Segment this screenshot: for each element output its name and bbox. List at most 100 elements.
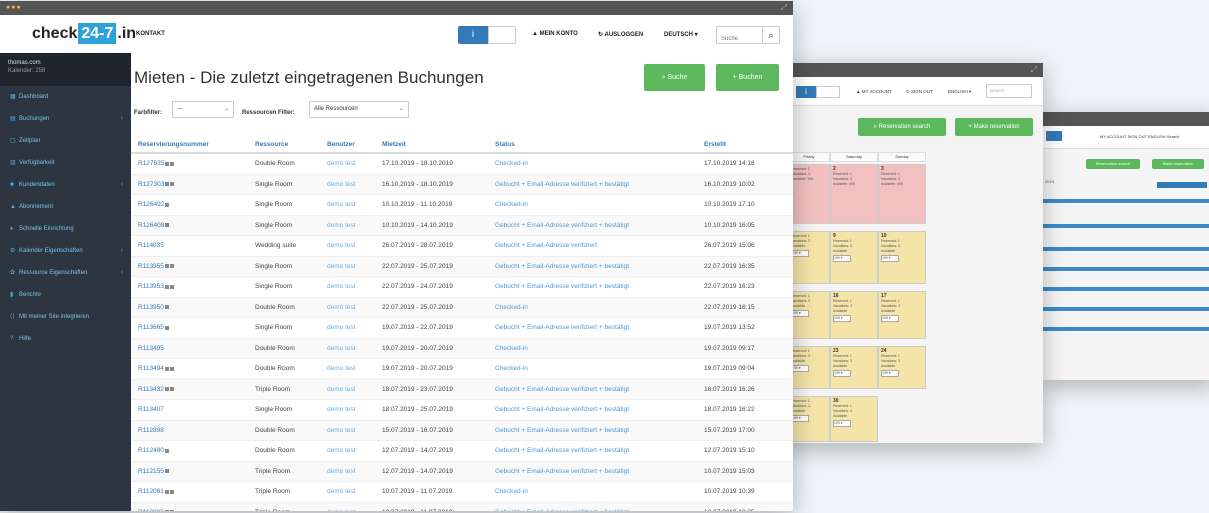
language-dropdown[interactable]: ENGLISH ▾ [948, 89, 971, 95]
reservation-number[interactable]: R113953 [131, 276, 248, 297]
note-icon[interactable] [164, 469, 169, 474]
note-icon[interactable] [170, 182, 175, 187]
note-icon[interactable] [165, 182, 170, 187]
calendar-day-cell[interactable]: 17 Reserved: 1 Vacations: 3 Available 199 ▾ [878, 291, 926, 339]
info-toggle[interactable]: i [458, 26, 488, 44]
availability-select[interactable]: 199 ▾ [833, 255, 851, 262]
reservation-number[interactable]: R127635 [131, 152, 248, 174]
table-row[interactable]: R112480 Double Room demo test 12.07.2019 - … [131, 440, 793, 461]
reservation-number[interactable]: R113494 [131, 358, 248, 379]
availability-select[interactable]: 199 ▾ [791, 365, 809, 372]
user-cell[interactable]: demo test [320, 173, 375, 195]
book-button[interactable]: + Buchen [716, 64, 779, 91]
resource-filter-select[interactable]: Alle Ressourcen ⌄ [309, 101, 409, 118]
reservation-number[interactable]: R126492 [131, 194, 248, 215]
table-row[interactable]: R127635 Double Room demo test 17.10.2019 - … [131, 152, 793, 174]
note-icon[interactable] [164, 489, 169, 494]
calendar-day-cell[interactable]: 16 Reserved: 1 Vacations: 3 Available 199 ▾ [830, 291, 878, 339]
user-cell[interactable]: demo test [320, 296, 375, 318]
reservation-number[interactable]: R114035 [131, 235, 248, 256]
note-icon[interactable] [164, 448, 169, 453]
table-row[interactable]: R113495 Double Room demo test 19.07.2019 - … [131, 337, 793, 359]
user-cell[interactable]: demo test [320, 152, 375, 174]
user-cell[interactable]: demo test [320, 317, 375, 338]
reservation-number[interactable]: R113432 [131, 378, 248, 400]
reservation-number[interactable]: R112480 [131, 440, 248, 461]
sign-out-link[interactable]: ↻ SIGN OUT [906, 89, 933, 95]
note-icon[interactable] [165, 223, 170, 228]
column-header[interactable]: Erstellt [697, 137, 793, 154]
contact-link[interactable]: KONTAKT [136, 31, 165, 37]
toggle-off[interactable] [488, 26, 516, 44]
reservation-number[interactable]: R112081 [131, 481, 248, 502]
info-toggle[interactable]: i [796, 86, 816, 98]
availability-select[interactable]: 199 ▾ [881, 315, 899, 322]
user-cell[interactable]: demo test [320, 460, 375, 482]
user-cell[interactable]: demo test [320, 235, 375, 256]
make-reservation-button[interactable]: Make reservation [1152, 159, 1204, 169]
table-row[interactable]: R126492 Single Room demo test 10.10.2019 - … [131, 194, 793, 215]
sidebar-item[interactable]: ? Hilfe [0, 328, 131, 350]
color-filter-select[interactable]: --- ⌄ [172, 101, 234, 118]
my-account-link[interactable]: ▲ MEIN KONTO [532, 31, 578, 37]
note-icon[interactable] [165, 161, 170, 166]
sidebar-item[interactable]: ✿ Ressource Eigenschaften › [0, 262, 131, 284]
calendar-day-cell[interactable]: 30 Reserved: 1 Vacations: 3 Available 199 ▾ [830, 396, 878, 442]
user-cell[interactable]: demo test [320, 440, 375, 461]
column-header[interactable]: Status [488, 137, 697, 154]
availability-select[interactable]: 199 ▾ [833, 420, 851, 427]
user-cell[interactable]: demo test [320, 255, 375, 277]
table-row[interactable]: R126408 Single Room demo test 10.10.2019 - … [131, 214, 793, 236]
user-cell[interactable]: demo test [320, 214, 375, 236]
table-row[interactable]: R113665 Single Room demo test 19.07.2019 - … [131, 317, 793, 338]
search-icon[interactable]: ⌕ [762, 27, 779, 43]
sidebar-item[interactable]: ⚙ Kalender Eigenschaften › [0, 240, 131, 262]
user-cell[interactable]: demo test [320, 194, 375, 215]
calendar-day-cell[interactable]: Reserved: 1 Vacations: 3 Available 199 ▾ [788, 346, 830, 389]
reservation-number[interactable]: R113407 [131, 399, 248, 420]
table-row[interactable]: R113407 Single Room demo test 18.07.2019 - … [131, 399, 793, 420]
reservation-number[interactable]: R112155 [131, 460, 248, 482]
calendar-day-cell[interactable]: 9 Reserved: 1 Vacations: 3 Available 199 ▾ [830, 231, 878, 284]
user-cell[interactable]: demo test [320, 399, 375, 420]
make-reservation-button[interactable]: + Make reservation [955, 118, 1033, 136]
table-row[interactable]: R113432 Triple Room demo test 18.07.2019 - … [131, 378, 793, 400]
table-row[interactable]: R112080Triple Roomdemo test10.07.2019 - … [131, 501, 793, 511]
column-header[interactable]: Ressource [248, 137, 320, 154]
table-row[interactable]: R113494 Double Room demo test 19.07.2019 - … [131, 358, 793, 379]
calendar-day-cell[interactable]: 2 Reserved: 1 Vacations: 3 Available: 199 [830, 164, 878, 224]
search-input[interactable] [717, 32, 763, 46]
availability-select[interactable]: 199 ▾ [791, 415, 809, 422]
note-icon[interactable] [164, 305, 169, 310]
calendar-day-cell[interactable]: Reserved: 1 Vacations: 3 Available 199 ▾ [788, 396, 830, 442]
note-icon[interactable] [164, 366, 169, 371]
reservation-number[interactable]: R127303 [131, 173, 248, 195]
table-row[interactable]: R113950 Double Room demo test 22.07.2019 - … [131, 296, 793, 318]
sidebar-item[interactable]: ▥ Verfügbarkeit [0, 152, 131, 174]
reservation-number[interactable]: R113495 [131, 337, 248, 359]
note-icon[interactable] [164, 264, 169, 269]
calendar-day-cell[interactable]: Reserved: 1 Vacations: 3 Available: 199 [788, 164, 830, 224]
user-cell[interactable]: demo test [320, 481, 375, 502]
toggle-off[interactable] [816, 86, 840, 98]
sidebar-item[interactable]: ▮ Berichte [0, 284, 131, 306]
availability-select[interactable]: 199 ▾ [791, 310, 809, 317]
sidebar-item[interactable]: ▲ Abonnement [0, 196, 131, 218]
reservation-number[interactable]: R112080 [131, 501, 248, 511]
note-icon[interactable] [169, 510, 174, 511]
table-row[interactable]: R114035 Wedding suite demo test 26.07.2019 … [131, 235, 793, 256]
note-icon[interactable] [170, 161, 175, 166]
reservation-number[interactable]: R126408 [131, 214, 248, 236]
calendar-day-cell[interactable]: 3 Reserved: 1 Vacations: 3 Available: 199 [878, 164, 926, 224]
user-cell[interactable]: demo test [320, 419, 375, 441]
calendar-day-cell[interactable]: Reserved: 1 Vacations: 3 Available 199 ▾ [788, 291, 830, 339]
reservation-number[interactable]: R113950 [131, 296, 248, 318]
table-row[interactable]: R127303 Single Room demo test 16.10.2019 - … [131, 173, 793, 195]
resize-icon[interactable]: ⤢ [781, 3, 787, 13]
user-cell[interactable]: demo test [320, 276, 375, 297]
search-input[interactable]: Search [986, 84, 1032, 98]
table-row[interactable]: R112081 Triple Room demo test 10.07.2019 - … [131, 481, 793, 502]
availability-select[interactable]: 199 ▾ [833, 370, 851, 377]
note-icon[interactable] [169, 387, 174, 392]
sidebar-item[interactable]: ▦ Dashboard [0, 86, 131, 108]
